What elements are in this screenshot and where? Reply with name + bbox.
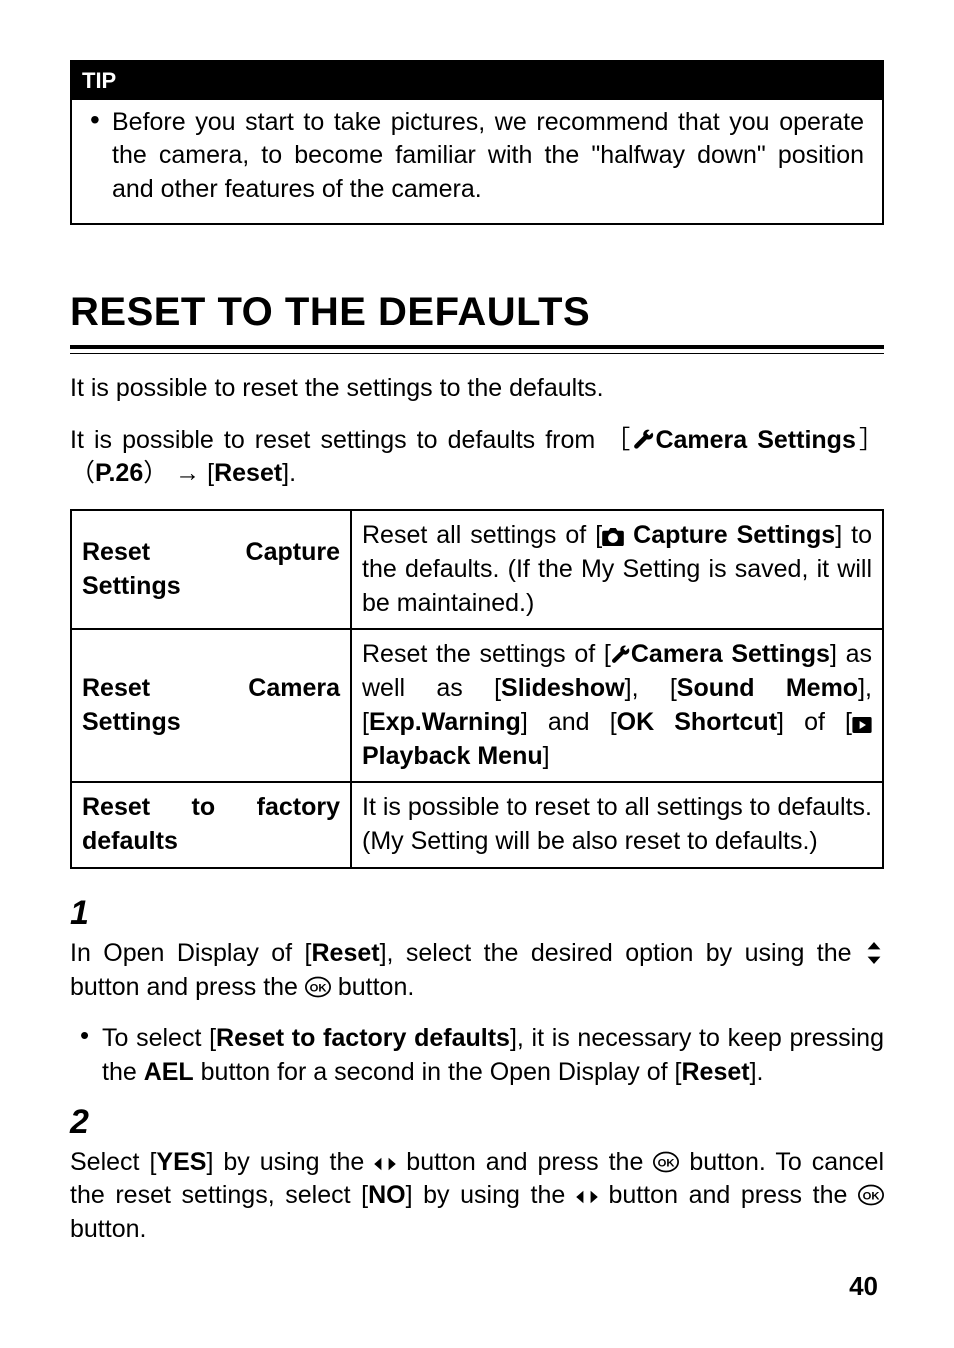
tip-body: • Before you start to take pictures, we …	[72, 100, 882, 223]
row-label: Reset Capture Settings	[71, 510, 351, 629]
leftright-icon	[576, 1188, 598, 1206]
tip-text: Before you start to take pictures, we re…	[112, 106, 864, 207]
step-2-text: Select [YES] by using the button and pre…	[70, 1146, 884, 1247]
ok-icon: OK	[653, 1151, 679, 1173]
title-thin-rule	[70, 353, 884, 354]
row-desc: It is possible to reset to all settings …	[351, 782, 883, 868]
row-desc: Reset the settings of [Camera Settings] …	[351, 629, 883, 782]
step-number-1: 1	[70, 891, 884, 937]
row-label: Reset to factory defaults	[71, 782, 351, 868]
step-1-text: In Open Display of [Reset], select the d…	[70, 937, 884, 1005]
svg-text:OK: OK	[658, 1157, 676, 1169]
wrench-icon	[633, 429, 655, 451]
row-label: Reset Camera Settings	[71, 629, 351, 782]
table-row: Reset Capture Settings Reset all setting…	[71, 510, 883, 629]
camera-icon	[602, 528, 624, 546]
tip-box: TIP • Before you start to take pictures,…	[70, 60, 884, 225]
paragraph-2: It is possible to reset settings to defa…	[70, 424, 884, 492]
ok-icon: OK	[305, 976, 331, 998]
row-desc: Reset all settings of [ Capture Settings…	[351, 510, 883, 629]
leftright-icon	[374, 1155, 396, 1173]
paragraph-1: It is possible to reset the settings to …	[70, 372, 884, 406]
tip-header: TIP	[72, 62, 882, 100]
page-number: 40	[849, 1269, 878, 1304]
bullet-dot: •	[90, 106, 112, 207]
sub-bullet: • To select [Reset to factory defaults],…	[80, 1022, 884, 1090]
wrench-icon	[611, 645, 631, 665]
ok-icon: OK	[858, 1184, 884, 1206]
table-row: Reset to factory defaults It is possible…	[71, 782, 883, 868]
section-title: RESET TO THE DEFAULTS	[70, 285, 884, 349]
svg-text:OK: OK	[863, 1191, 881, 1203]
bullet-dot: •	[80, 1022, 102, 1090]
updown-icon	[864, 942, 884, 964]
ael-label: AEL	[144, 1058, 194, 1086]
play-icon	[852, 717, 872, 733]
reset-table: Reset Capture Settings Reset all setting…	[70, 509, 884, 869]
svg-text:OK: OK	[309, 982, 327, 994]
bullet-text: To select [Reset to factory defaults], i…	[102, 1022, 884, 1090]
table-row: Reset Camera Settings Reset the settings…	[71, 629, 883, 782]
step-number-2: 2	[70, 1100, 884, 1146]
